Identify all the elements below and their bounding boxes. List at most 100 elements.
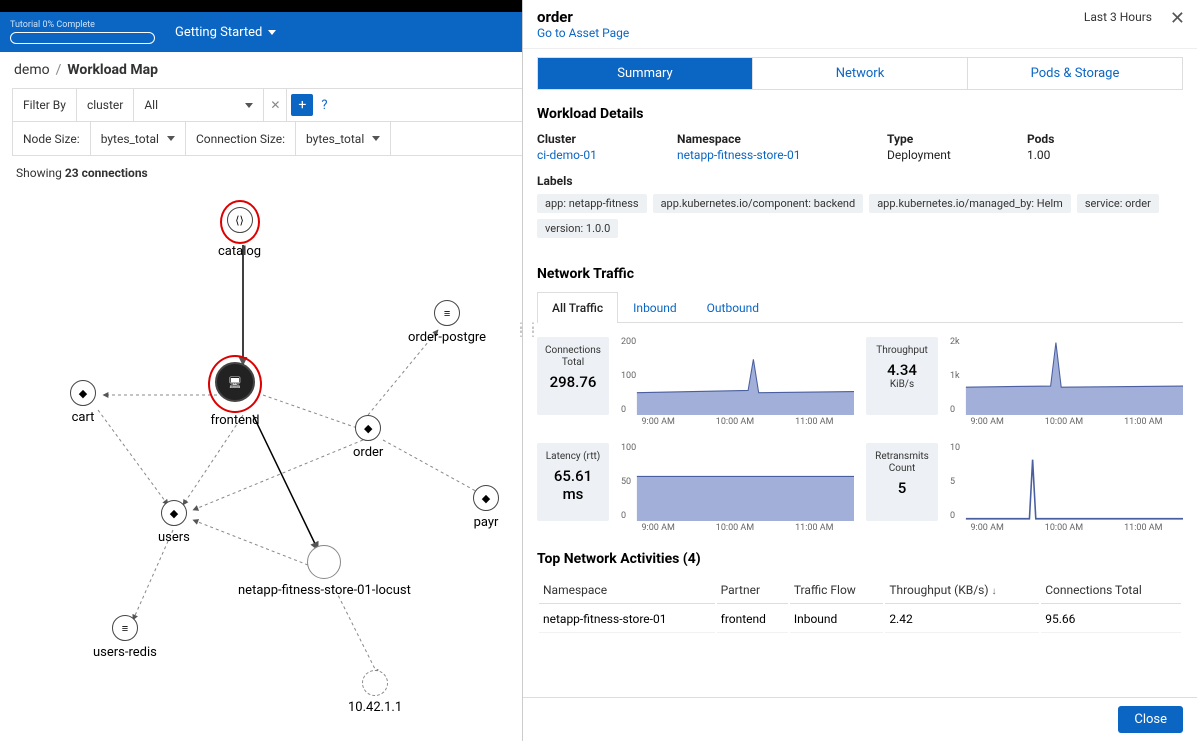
type-label: Type xyxy=(887,132,997,146)
tab-network[interactable]: Network xyxy=(753,58,968,89)
namespace-value[interactable]: netapp-fitness-store-01 xyxy=(677,148,857,162)
metric-value: 4.34 xyxy=(872,361,932,379)
node-label: order xyxy=(353,445,383,460)
details-grid: Cluster ci-demo-01 Namespace netapp-fitn… xyxy=(537,132,1183,162)
panel-footer: Close xyxy=(523,697,1197,741)
filter-value-dropdown[interactable]: All xyxy=(134,89,264,121)
tutorial-progress: Tutorial 0% Complete xyxy=(10,20,155,44)
breadcrumb-current: Workload Map xyxy=(67,62,158,78)
ip-icon xyxy=(362,670,388,696)
pods-value: 1.00 xyxy=(1027,148,1077,162)
resize-handle[interactable]: ⋮⋮⋮⋮ xyxy=(515,325,539,335)
pods-label: Pods xyxy=(1027,132,1077,146)
cluster-value[interactable]: ci-demo-01 xyxy=(537,148,647,162)
node-users-redis[interactable]: ≡ users-redis xyxy=(93,615,157,660)
tab-summary[interactable]: Summary xyxy=(538,58,753,89)
chevron-down-icon xyxy=(372,136,380,141)
add-filter-button[interactable]: + xyxy=(291,94,313,116)
node-order-postgres[interactable]: ≡ order-postgre xyxy=(408,300,486,345)
col-connections[interactable]: Connections Total xyxy=(1041,577,1181,604)
metric-latency: Latency (rtt) 65.61 ms xyxy=(537,443,609,521)
workload-details-title: Workload Details xyxy=(537,106,1183,122)
tutorial-progress-bar[interactable] xyxy=(10,32,155,44)
label-chip: service: order xyxy=(1077,194,1159,213)
label-chip: app.kubernetes.io/managed_by: Helm xyxy=(869,194,1071,213)
node-label: users-redis xyxy=(93,645,157,660)
node-size-dropdown[interactable]: bytes_total xyxy=(91,122,186,155)
subtab-all-traffic[interactable]: All Traffic xyxy=(537,292,618,323)
node-label: catalog xyxy=(218,244,261,259)
node-ip[interactable]: 10.42.1.1 xyxy=(348,670,402,715)
node-size-label: Node Size: xyxy=(13,122,91,155)
details-panel: ⋮⋮⋮⋮ order Go to Asset Page Last 3 Hours… xyxy=(522,0,1197,741)
chart-latency[interactable]: 100500 9:00 AM10:00 AM11:00 AM xyxy=(621,443,854,521)
node-order[interactable]: ◆ order xyxy=(353,415,383,460)
node-label: frontend xyxy=(208,413,262,428)
metrics-row-2: Latency (rtt) 65.61 ms 100500 9:00 AM10:… xyxy=(537,443,1183,521)
node-label: users xyxy=(158,530,190,545)
filter-by-label: Filter By xyxy=(13,89,77,121)
label-chip: version: 1.0.0 xyxy=(537,219,618,238)
clear-filter-button[interactable]: ✕ xyxy=(264,89,287,121)
service-icon: ◆ xyxy=(355,415,381,441)
conn-size-dropdown[interactable]: bytes_total xyxy=(296,122,391,155)
metrics-row-1: Connections Total 298.76 2001000 9:00 AM… xyxy=(537,337,1183,415)
help-icon[interactable]: ? xyxy=(321,98,327,113)
node-users[interactable]: ◆ users xyxy=(158,500,190,545)
chart-retransmits[interactable]: 1050 9:00 AM10:00 AM11:00 AM xyxy=(950,443,1183,521)
labels-label: Labels xyxy=(537,174,1183,188)
labels-section: Labels app: netapp-fitness app.kubernetes… xyxy=(537,174,1183,244)
type-value: Deployment xyxy=(887,148,997,162)
metric-unit: KiB/s xyxy=(872,379,932,391)
label-chip: app: netapp-fitness xyxy=(537,194,647,213)
conn-size-label: Connection Size: xyxy=(186,122,296,155)
close-button[interactable]: Close xyxy=(1118,706,1183,733)
node-label: 10.42.1.1 xyxy=(348,700,402,715)
col-traffic-flow[interactable]: Traffic Flow xyxy=(790,577,884,604)
metric-value: 5 xyxy=(872,479,932,497)
metric-value: 298.76 xyxy=(543,373,603,391)
label-chip: app.kubernetes.io/component: backend xyxy=(653,194,864,213)
metric-label: Latency (rtt) xyxy=(543,451,603,463)
breadcrumb-sep: / xyxy=(56,62,62,78)
chart-throughput[interactable]: 2k1k0 9:00 AM10:00 AM11:00 AM xyxy=(950,337,1183,415)
chart-connections[interactable]: 2001000 9:00 AM10:00 AM11:00 AM xyxy=(621,337,854,415)
breadcrumb-root[interactable]: demo xyxy=(14,62,50,78)
hollow-icon xyxy=(307,545,341,579)
tutorial-label: Tutorial 0% Complete xyxy=(10,20,155,30)
chevron-down-icon xyxy=(245,103,253,108)
chevron-down-icon xyxy=(167,136,175,141)
network-activities-title: Top Network Activities (4) xyxy=(537,551,1183,567)
cluster-label: Cluster xyxy=(537,132,647,146)
node-locust[interactable]: netapp-fitness-store-01-locust xyxy=(238,545,411,598)
col-partner[interactable]: Partner xyxy=(717,577,788,604)
workload-graph[interactable]: ⟨⟩ catalog 🖥 frontend ◆ cart ◆ order ≡ o… xyxy=(8,190,508,720)
node-catalog[interactable]: ⟨⟩ catalog xyxy=(218,200,261,259)
connection-count: 23 connections xyxy=(65,166,148,180)
subtab-inbound[interactable]: Inbound xyxy=(618,292,691,323)
node-frontend[interactable]: 🖥 frontend xyxy=(208,355,262,428)
labels-chips: app: netapp-fitness app.kubernetes.io/com… xyxy=(537,194,1183,244)
subtab-outbound[interactable]: Outbound xyxy=(692,292,774,323)
graph-edges xyxy=(8,190,508,720)
time-range[interactable]: Last 3 Hours xyxy=(1084,10,1152,24)
sort-desc-icon: ↓ xyxy=(992,586,997,597)
col-namespace[interactable]: Namespace xyxy=(539,577,715,604)
chevron-down-icon xyxy=(268,30,276,35)
node-payr[interactable]: ◆ payr xyxy=(473,485,499,530)
node-label: cart xyxy=(70,410,96,425)
network-activities-table: Namespace Partner Traffic Flow Throughpu… xyxy=(537,575,1183,635)
asset-page-link[interactable]: Go to Asset Page xyxy=(537,26,1157,40)
col-throughput[interactable]: Throughput (KB/s) ↓ xyxy=(885,577,1039,604)
code-icon: ⟨⟩ xyxy=(227,207,253,233)
getting-started-menu[interactable]: Getting Started xyxy=(175,25,276,40)
metric-label: Connections Total xyxy=(543,345,603,369)
table-row[interactable]: netapp-fitness-store-01frontendInbound2.… xyxy=(539,606,1181,633)
filter-value: All xyxy=(144,98,158,112)
filter-field[interactable]: cluster xyxy=(77,89,134,121)
panel-header: order Go to Asset Page Last 3 Hours ✕ xyxy=(523,0,1197,49)
metric-label: Throughput xyxy=(872,345,932,357)
close-icon[interactable]: ✕ xyxy=(1170,8,1185,29)
node-cart[interactable]: ◆ cart xyxy=(70,380,96,425)
tab-pods-storage[interactable]: Pods & Storage xyxy=(968,58,1182,89)
